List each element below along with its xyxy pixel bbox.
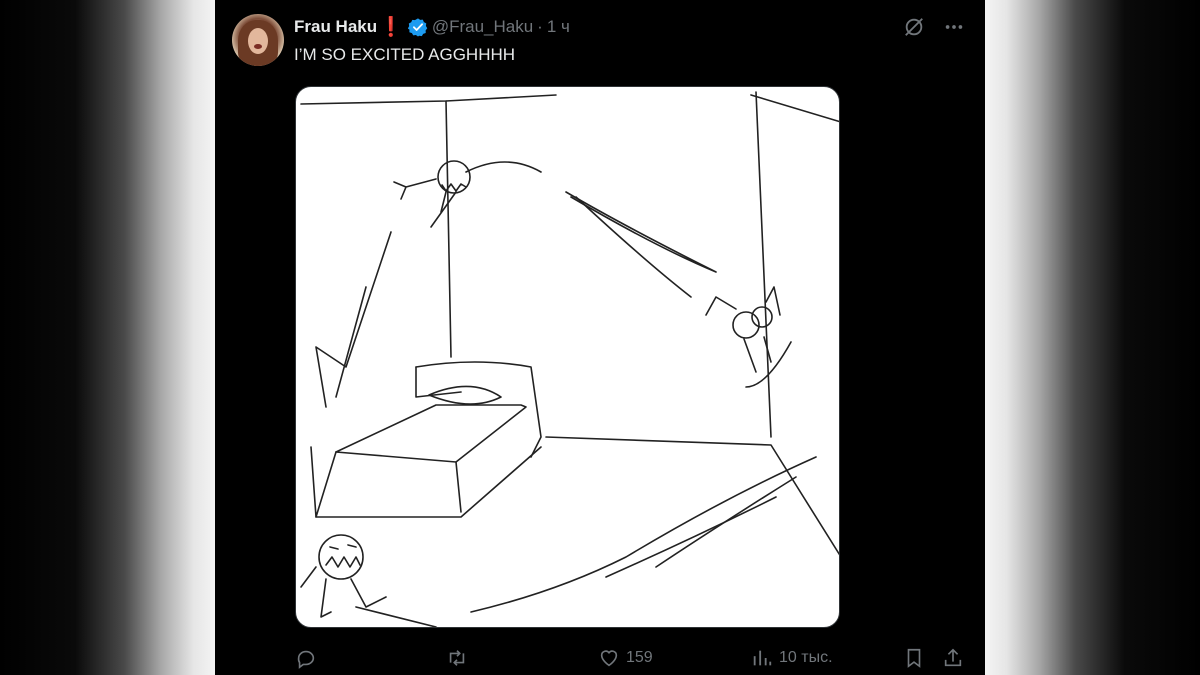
like-icon — [598, 647, 620, 669]
views-icon — [751, 647, 773, 669]
header-separator: · — [537, 17, 543, 36]
share-button[interactable] — [942, 647, 964, 669]
tweet-media-image[interactable] — [295, 86, 840, 628]
verified-badge-icon — [407, 17, 428, 37]
reply-button[interactable] — [295, 647, 317, 669]
author-name[interactable]: Frau Haku — [294, 17, 377, 37]
left-gradient-backdrop — [0, 0, 215, 675]
share-icon — [942, 647, 964, 669]
bookmark-icon — [903, 647, 925, 669]
tweet-timestamp[interactable]: 1 ч — [547, 17, 570, 37]
exclamation-badge-icon: ❗ — [379, 17, 403, 38]
action-bar: 159 10 тыс. — [295, 646, 965, 670]
views-count: 10 тыс. — [779, 649, 833, 666]
author-handle[interactable]: @Frau_Haku — [432, 17, 533, 37]
top-right-actions — [903, 16, 965, 43]
avatar[interactable] — [232, 14, 284, 66]
tweet-header: Frau Haku ❗ @Frau_Haku · 1 ч — [294, 15, 570, 39]
retweet-icon — [445, 647, 469, 669]
grok-icon[interactable] — [903, 16, 925, 43]
bookmark-button[interactable] — [903, 647, 925, 669]
like-button[interactable]: 159 — [598, 647, 653, 669]
sketch-drawing-icon — [300, 91, 839, 627]
right-gradient-backdrop — [985, 0, 1200, 675]
tweet-card: Frau Haku ❗ @Frau_Haku · 1 ч I’M SO EXCI… — [215, 0, 985, 675]
reply-icon — [295, 647, 317, 669]
tweet-text: I’M SO EXCITED AGGHHHH — [294, 45, 516, 64]
more-icon[interactable] — [943, 16, 965, 43]
like-count: 159 — [626, 649, 653, 666]
retweet-button[interactable] — [445, 647, 469, 669]
views-button[interactable]: 10 тыс. — [751, 647, 833, 669]
